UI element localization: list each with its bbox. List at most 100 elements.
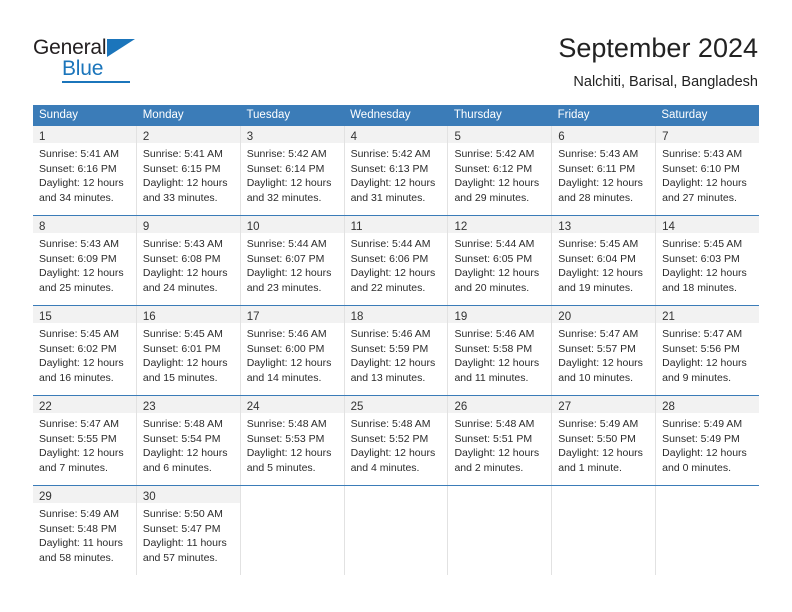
daylight-text-line2: and 13 minutes.	[350, 371, 426, 384]
sunrise-text: Sunrise: 5:46 AM	[350, 328, 431, 340]
daylight-text-line1: Daylight: 12 hours	[558, 357, 643, 369]
day-cell[interactable]: 28 Sunrise: 5:49 AM Sunset: 5:49 PM Dayligh…	[656, 396, 760, 485]
day-info: Sunrise: 5:46 AM Sunset: 5:58 PM Daylight:…	[448, 323, 551, 391]
day-number-band: 10	[240, 216, 344, 233]
sunrise-text: Sunrise: 5:48 AM	[246, 418, 327, 430]
day-number: 28	[662, 401, 675, 413]
day-cell[interactable]: 13 Sunrise: 5:45 AM Sunset: 6:04 PM Dayligh…	[552, 216, 657, 305]
day-info: Sunrise: 5:41 AM Sunset: 6:16 PM Daylight:…	[33, 143, 136, 211]
logo-text-blue: Blue	[62, 57, 104, 80]
sunrise-text: Sunrise: 5:49 AM	[39, 508, 119, 520]
day-number-band: 5	[448, 126, 552, 143]
sunset-text: Sunset: 6:11 PM	[558, 162, 636, 175]
day-number-band: 19	[448, 306, 552, 323]
day-info: Sunrise: 5:48 AM Sunset: 5:54 PM Daylight:…	[137, 413, 240, 481]
sunset-text: Sunset: 5:59 PM	[350, 342, 429, 355]
day-cell[interactable]: 2 Sunrise: 5:41 AM Sunset: 6:15 PM Daylight…	[136, 126, 241, 215]
day-number: 11	[350, 221, 363, 233]
daylight-text-line1: Daylight: 12 hours	[662, 177, 747, 189]
day-cell[interactable]: 16 Sunrise: 5:45 AM Sunset: 6:01 PM Dayligh…	[136, 306, 241, 395]
day-cell[interactable]: 17 Sunrise: 5:46 AM Sunset: 6:00 PM Dayligh…	[240, 306, 345, 395]
day-info: Sunrise: 5:45 AM Sunset: 6:01 PM Daylight:…	[137, 323, 240, 391]
day-number-band: 28	[656, 396, 760, 413]
day-cell[interactable]: 4 Sunrise: 5:42 AM Sunset: 6:13 PM Daylight…	[344, 126, 449, 215]
day-cell[interactable]: 27 Sunrise: 5:49 AM Sunset: 5:50 PM Dayligh…	[552, 396, 657, 485]
sunrise-text: Sunrise: 5:48 AM	[142, 418, 223, 430]
day-number: 29	[39, 491, 52, 503]
day-number: 5	[454, 131, 461, 143]
daylight-text-line2: and 23 minutes.	[246, 281, 322, 294]
day-cell[interactable]: 21 Sunrise: 5:47 AM Sunset: 5:56 PM Dayligh…	[656, 306, 760, 395]
day-number-band: 1	[33, 126, 136, 143]
sunset-text: Sunset: 6:03 PM	[662, 252, 740, 265]
sunset-text: Sunset: 6:09 PM	[39, 252, 117, 265]
day-number-band: 25	[344, 396, 448, 413]
day-info: Sunrise: 5:49 AM Sunset: 5:48 PM Daylight:…	[33, 503, 136, 571]
day-info: Sunrise: 5:41 AM Sunset: 6:15 PM Daylight:…	[137, 143, 240, 211]
daylight-text-line2: and 20 minutes.	[454, 281, 530, 294]
daylight-text-line2: and 31 minutes.	[350, 191, 426, 204]
day-number: 2	[142, 131, 150, 143]
daylight-text-line1: Daylight: 12 hours	[39, 447, 124, 459]
sunset-text: Sunset: 6:05 PM	[454, 252, 533, 265]
sunrise-text: Sunrise: 5:43 AM	[662, 148, 743, 160]
day-cell[interactable]: 24 Sunrise: 5:48 AM Sunset: 5:53 PM Dayligh…	[240, 396, 345, 485]
daylight-text-line1: Daylight: 12 hours	[454, 447, 540, 459]
day-cell[interactable]: 12 Sunrise: 5:44 AM Sunset: 6:05 PM Dayligh…	[448, 216, 553, 305]
weekday-header-thursday: Thursday	[453, 109, 502, 121]
daylight-text-line1: Daylight: 12 hours	[454, 357, 540, 369]
weekday-header-saturday: Saturday	[661, 109, 708, 121]
day-number-band: 30	[136, 486, 240, 503]
day-cell[interactable]: 6 Sunrise: 5:43 AM Sunset: 6:11 PM Daylight…	[552, 126, 657, 215]
day-number: 8	[39, 221, 46, 233]
general-blue-logo[interactable]: General Blue	[33, 36, 163, 86]
daylight-text-line1: Daylight: 12 hours	[39, 177, 124, 189]
day-cell[interactable]: 3 Sunrise: 5:42 AM Sunset: 6:14 PM Daylight…	[240, 126, 345, 215]
day-cell[interactable]: 11 Sunrise: 5:44 AM Sunset: 6:06 PM Dayligh…	[344, 216, 449, 305]
day-cell[interactable]: 7 Sunrise: 5:43 AM Sunset: 6:10 PM Daylight…	[656, 126, 760, 215]
day-number: 7	[662, 131, 669, 143]
day-info: Sunrise: 5:50 AM Sunset: 5:47 PM Daylight:…	[137, 503, 240, 571]
sunrise-text: Sunrise: 5:46 AM	[454, 328, 535, 340]
day-cell[interactable]: 5 Sunrise: 5:42 AM Sunset: 6:12 PM Daylight…	[448, 126, 553, 215]
day-number: 17	[246, 311, 260, 323]
day-cell[interactable]: 22 Sunrise: 5:47 AM Sunset: 5:55 PM Dayligh…	[33, 396, 137, 485]
day-info: Sunrise: 5:47 AM Sunset: 5:57 PM Daylight:…	[552, 323, 655, 391]
day-cell[interactable]: 10 Sunrise: 5:44 AM Sunset: 6:07 PM Dayligh…	[240, 216, 345, 305]
day-cell[interactable]: 15 Sunrise: 5:45 AM Sunset: 6:02 PM Dayligh…	[33, 306, 137, 395]
day-info: Sunrise: 5:49 AM Sunset: 5:49 PM Daylight:…	[656, 413, 759, 481]
weeks-container: 1 Sunrise: 5:41 AM Sunset: 6:16 PM Daylight…	[33, 126, 760, 575]
sunset-text: Sunset: 5:51 PM	[454, 432, 533, 445]
daylight-text-line2: and 24 minutes.	[142, 281, 218, 294]
day-cell[interactable]: 29 Sunrise: 5:49 AM Sunset: 5:48 PM Dayligh…	[33, 486, 137, 575]
day-number-band: 20	[552, 306, 656, 323]
sunset-text: Sunset: 5:50 PM	[558, 432, 636, 445]
day-cell-empty	[656, 486, 760, 575]
day-number-band: 18	[344, 306, 448, 323]
week-row: 29 Sunrise: 5:49 AM Sunset: 5:48 PM Dayligh…	[33, 485, 760, 575]
day-cell[interactable]: 8 Sunrise: 5:43 AM Sunset: 6:09 PM Daylight…	[33, 216, 137, 305]
day-cell[interactable]: 26 Sunrise: 5:48 AM Sunset: 5:51 PM Dayligh…	[448, 396, 553, 485]
week-row: 15 Sunrise: 5:45 AM Sunset: 6:02 PM Dayligh…	[33, 305, 760, 395]
daylight-text-line2: and 33 minutes.	[142, 191, 218, 204]
day-cell[interactable]: 20 Sunrise: 5:47 AM Sunset: 5:57 PM Dayligh…	[552, 306, 657, 395]
day-info: Sunrise: 5:45 AM Sunset: 6:04 PM Daylight:…	[552, 233, 655, 301]
sunrise-text: Sunrise: 5:48 AM	[454, 418, 535, 430]
sunrise-text: Sunrise: 5:48 AM	[350, 418, 431, 430]
day-cell[interactable]: 18 Sunrise: 5:46 AM Sunset: 5:59 PM Dayligh…	[344, 306, 449, 395]
day-number-band: 6	[552, 126, 656, 143]
day-cell[interactable]: 23 Sunrise: 5:48 AM Sunset: 5:54 PM Dayligh…	[136, 396, 241, 485]
day-cell[interactable]: 25 Sunrise: 5:48 AM Sunset: 5:52 PM Dayligh…	[344, 396, 449, 485]
daylight-text-line2: and 15 minutes.	[142, 371, 218, 384]
sunset-text: Sunset: 6:07 PM	[246, 252, 325, 265]
day-number-band: 8	[33, 216, 136, 233]
day-cell[interactable]: 14 Sunrise: 5:45 AM Sunset: 6:03 PM Dayligh…	[656, 216, 760, 305]
day-cell[interactable]: 19 Sunrise: 5:46 AM Sunset: 5:58 PM Dayligh…	[448, 306, 553, 395]
sunrise-text: Sunrise: 5:49 AM	[662, 418, 743, 430]
daylight-text-line2: and 32 minutes.	[246, 191, 322, 204]
day-info: Sunrise: 5:48 AM Sunset: 5:53 PM Daylight:…	[241, 413, 344, 481]
day-cell[interactable]: 30 Sunrise: 5:50 AM Sunset: 5:47 PM Dayligh…	[136, 486, 241, 575]
day-cell[interactable]: 1 Sunrise: 5:41 AM Sunset: 6:16 PM Daylight…	[33, 126, 137, 215]
daylight-text-line1: Daylight: 12 hours	[558, 447, 643, 459]
day-cell[interactable]: 9 Sunrise: 5:43 AM Sunset: 6:08 PM Daylight…	[136, 216, 241, 305]
